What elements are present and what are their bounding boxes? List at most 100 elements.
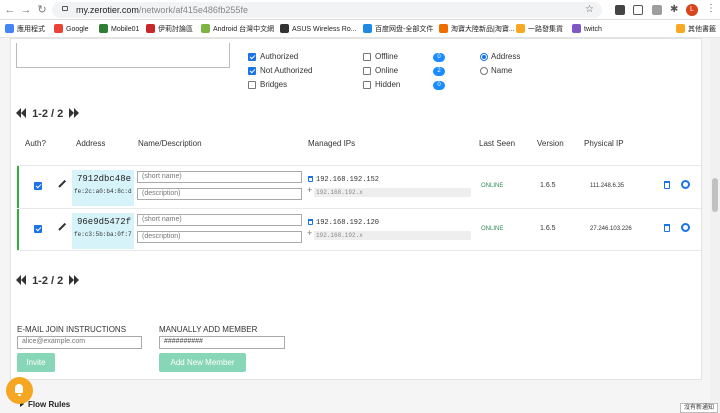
description-input[interactable]: (description): [137, 188, 302, 200]
bookmark-favicon-icon: [201, 24, 210, 33]
bookmark-item[interactable]: 其他書籤: [676, 24, 716, 35]
bookmark-favicon-icon: [676, 24, 685, 33]
extension-box-icon[interactable]: [633, 5, 643, 15]
description-input[interactable]: (description): [137, 231, 302, 243]
reload-icon[interactable]: ↻: [36, 3, 48, 17]
back-icon[interactable]: ←: [4, 3, 16, 17]
member-version: 1.6.5: [540, 225, 556, 232]
filter-label: Authorized: [260, 52, 299, 61]
member-search-input[interactable]: [16, 43, 230, 68]
filter-checkbox-not-authorized[interactable]: [248, 67, 256, 75]
col-version: Version: [537, 139, 564, 148]
member-row: 7912dbc48e fe:2c:a0:b4:8c:d (short name) (d…: [17, 165, 703, 208]
filter-checkbox-bridges[interactable]: [248, 81, 256, 89]
edit-pencil-icon[interactable]: [58, 179, 67, 188]
authorize-checkbox[interactable]: [34, 225, 42, 233]
bookmark-item[interactable]: 伊莉討論區: [146, 24, 193, 35]
short-name-input[interactable]: (short name): [137, 214, 302, 226]
bookmark-item[interactable]: Google: [54, 24, 89, 35]
remove-ip-icon[interactable]: [308, 176, 313, 182]
pager-next-icon[interactable]: [69, 108, 80, 120]
address-bar[interactable]: my.zerotier.com/network/af415e486fb255fe…: [52, 2, 602, 18]
bookmark-item[interactable]: 應用程式: [5, 24, 45, 35]
delete-member-icon[interactable]: [664, 224, 670, 232]
sort-label: Address: [491, 52, 521, 61]
online-indicator: [17, 209, 19, 251]
col-managed-ips: Managed IPs: [308, 139, 356, 148]
bookmark-label: Mobile01: [111, 26, 140, 33]
bookmark-label: 其他書籤: [688, 26, 716, 33]
scrollbar[interactable]: [710, 38, 720, 413]
browser-toolbar: ← → ↻ my.zerotier.com/network/af415e486f…: [0, 0, 720, 20]
sort-radio-address[interactable]: [480, 53, 488, 61]
col-auth: Auth?: [25, 139, 46, 148]
authorize-checkbox[interactable]: [34, 182, 42, 190]
filter-checkbox-online[interactable]: [363, 67, 371, 75]
page-content: Authorized Not Authorized Bridges Offline 0 O…: [0, 38, 710, 413]
manual-add-heading: MANUALLY ADD MEMBER: [159, 325, 258, 334]
col-last-seen: Last Seen: [479, 139, 516, 148]
hide-member-icon[interactable]: [681, 223, 690, 232]
profile-avatar[interactable]: L: [686, 4, 698, 16]
table-bottom-divider: [17, 250, 703, 251]
add-ip-icon[interactable]: +: [307, 229, 312, 238]
email-input[interactable]: alice@example.com: [17, 336, 142, 349]
add-ip-input[interactable]: 192.168.192.x: [314, 231, 471, 240]
bookmark-item[interactable]: ASUS Wireless Ro...: [280, 24, 357, 35]
filter-checkbox-offline[interactable]: [363, 53, 371, 61]
short-name-input[interactable]: (short name): [137, 171, 302, 183]
bookmark-label: 應用程式: [17, 26, 45, 33]
add-new-member-button[interactable]: Add New Member: [159, 353, 246, 372]
forward-icon[interactable]: →: [20, 3, 32, 17]
member-id-input[interactable]: ##########: [159, 336, 285, 349]
pager-first-icon[interactable]: [16, 275, 26, 287]
pager-text: 1-2 / 2: [32, 108, 64, 120]
bookmark-item[interactable]: Mobile01: [99, 24, 139, 35]
scrollbar-thumb[interactable]: [712, 178, 718, 212]
menu-dots-icon[interactable]: ⋮: [706, 4, 716, 14]
count-badge: 0: [433, 53, 445, 62]
bookmark-star-icon[interactable]: ☆: [585, 4, 594, 15]
filter-label: Online: [375, 66, 399, 75]
pager-bottom: 1-2 / 2: [16, 275, 80, 287]
extension-grey-icon[interactable]: [652, 5, 662, 15]
pager-next-icon[interactable]: [69, 275, 80, 287]
delete-member-icon[interactable]: [664, 181, 670, 189]
last-seen-status: ONLINE: [481, 183, 504, 189]
member-row: 96e9d5472f fe:c3:5b:ba:0f:7 (short name) (d…: [17, 208, 703, 251]
add-ip-input[interactable]: 192.168.192.x: [314, 188, 471, 197]
bookmark-item[interactable]: 淘寶大陸新品|淘寶...: [439, 24, 515, 35]
last-seen-status: ONLINE: [481, 226, 504, 232]
bookmark-item[interactable]: 一路發集貨: [516, 24, 563, 35]
remove-ip-icon[interactable]: [308, 219, 313, 225]
pager-top: 1-2 / 2: [16, 108, 80, 120]
bookmark-favicon-icon: [280, 24, 289, 33]
col-physical-ip: Physical IP: [584, 139, 624, 148]
extension-icon[interactable]: [615, 5, 625, 15]
bookmark-item[interactable]: Android 台灣中文網: [201, 24, 274, 35]
bookmark-label: 伊莉討論區: [158, 26, 193, 33]
bookmarks-bar: 應用程式 Google Mobile01 伊莉討論區 Android 台灣中文網 ASUS…: [0, 20, 720, 38]
physical-ip: 27.246.103.226: [590, 226, 632, 232]
bookmark-label: Google: [66, 26, 89, 33]
hide-member-icon[interactable]: [681, 180, 690, 189]
extensions-puzzle-icon[interactable]: ✱: [670, 5, 680, 15]
bookmark-label: 淘寶大陸新品|淘寶...: [451, 26, 515, 33]
notification-bell-icon[interactable]: [6, 377, 33, 404]
url-host: my.zerotier.com: [76, 5, 139, 15]
address-cell: 7912dbc48e fe:2c:a0:b4:8c:d: [72, 170, 134, 206]
bookmark-item[interactable]: twitch: [572, 24, 602, 35]
bookmark-item[interactable]: 百度网盘-全部文件: [363, 24, 433, 35]
member-version: 1.6.5: [540, 182, 556, 189]
flow-rules-label: Flow Rules: [28, 400, 71, 409]
add-ip-icon[interactable]: +: [307, 186, 312, 195]
bookmark-favicon-icon: [5, 24, 14, 33]
edit-pencil-icon[interactable]: [58, 222, 67, 231]
filter-checkbox-authorized[interactable]: [248, 53, 256, 61]
member-mac: fe:c3:5b:ba:0f:7: [74, 231, 132, 238]
filter-checkbox-hidden[interactable]: [363, 81, 371, 89]
pager-first-icon[interactable]: [16, 108, 26, 120]
invite-button[interactable]: Invite: [17, 353, 55, 372]
sort-radio-name[interactable]: [480, 67, 488, 75]
bookmark-favicon-icon: [146, 24, 155, 33]
